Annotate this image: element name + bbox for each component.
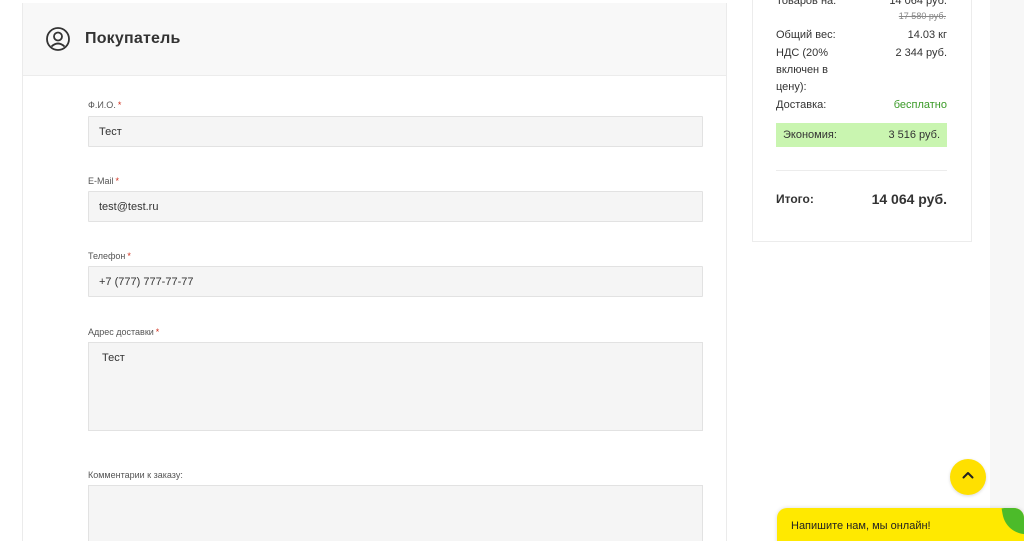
required-mark: * — [127, 251, 131, 261]
comment-textarea[interactable] — [88, 485, 703, 541]
fio-value: Тест — [99, 125, 122, 138]
total-row: Итого: 14 064 руб. — [776, 191, 947, 207]
email-value: test@test.ru — [99, 200, 159, 213]
fio-label: Ф.И.О. * — [88, 100, 121, 110]
total-value: 14 064 руб. — [871, 191, 947, 207]
address-textarea[interactable]: Тест — [88, 342, 703, 431]
fio-input[interactable]: Тест — [88, 116, 703, 147]
email-input[interactable]: test@test.ru — [88, 191, 703, 222]
scroll-top-button[interactable] — [950, 459, 986, 495]
buyer-title: Покупатель — [85, 30, 181, 47]
leaf-icon — [1001, 508, 1024, 539]
user-circle-icon — [45, 26, 71, 52]
buyer-panel: Покупатель Ф.И.О. * Тест E-Mail * test@tes… — [22, 3, 727, 541]
right-gutter — [990, 0, 1024, 541]
phone-label-text: Телефон — [88, 251, 126, 261]
address-label-text: Адрес доставки — [88, 327, 154, 337]
goods-label: Товаров на: — [776, 0, 837, 7]
phone-value: +7 (777) 777-77-77 — [99, 275, 194, 288]
chevron-up-icon — [961, 468, 975, 487]
total-label: Итого: — [776, 192, 814, 206]
phone-input[interactable]: +7 (777) 777-77-77 — [88, 266, 703, 297]
email-label: E-Mail * — [88, 176, 119, 186]
address-label: Адрес доставки * — [88, 327, 159, 337]
economy-row: Экономия: 3 516 руб. — [776, 123, 947, 147]
comment-label-text: Комментарии к заказу: — [88, 470, 183, 480]
vat-row: НДС (20% включен в цену): 2 344 руб. — [776, 45, 947, 96]
fio-label-text: Ф.И.О. — [88, 100, 116, 110]
weight-label: Общий вес: — [776, 29, 836, 41]
vat-value: 2 344 руб. — [895, 47, 947, 59]
required-mark: * — [117, 100, 122, 110]
goods-row: Товаров на: 14 064 руб. — [776, 0, 947, 10]
required-mark: * — [155, 327, 160, 337]
chat-label: Напишите нам, мы онлайн! — [791, 520, 931, 532]
delivery-row: Доставка: бесплатно — [776, 97, 947, 114]
weight-row: Общий вес: 14.03 кг — [776, 27, 947, 44]
buyer-header: Покупатель — [23, 3, 726, 76]
address-value: Тест — [102, 352, 125, 364]
economy-label: Экономия: — [783, 129, 837, 141]
required-mark: * — [115, 176, 120, 186]
goods-old-price: 17 580 руб. — [898, 11, 946, 21]
comment-label: Комментарии к заказу: — [88, 470, 183, 480]
order-summary-panel: Товаров на: 14 064 руб. 17 580 руб. Общи… — [752, 0, 972, 242]
delivery-value: бесплатно — [893, 99, 947, 111]
summary-divider — [776, 170, 947, 171]
weight-value: 14.03 кг — [907, 29, 947, 41]
vat-label: НДС (20% включен в цену): — [776, 47, 829, 93]
phone-label: Телефон * — [88, 251, 131, 261]
economy-value: 3 516 руб. — [888, 129, 940, 141]
email-label-text: E-Mail — [88, 176, 114, 186]
delivery-label: Доставка: — [776, 99, 827, 111]
chat-widget[interactable]: Напишите нам, мы онлайн! — [777, 508, 1024, 541]
goods-value: 14 064 руб. — [889, 0, 947, 7]
